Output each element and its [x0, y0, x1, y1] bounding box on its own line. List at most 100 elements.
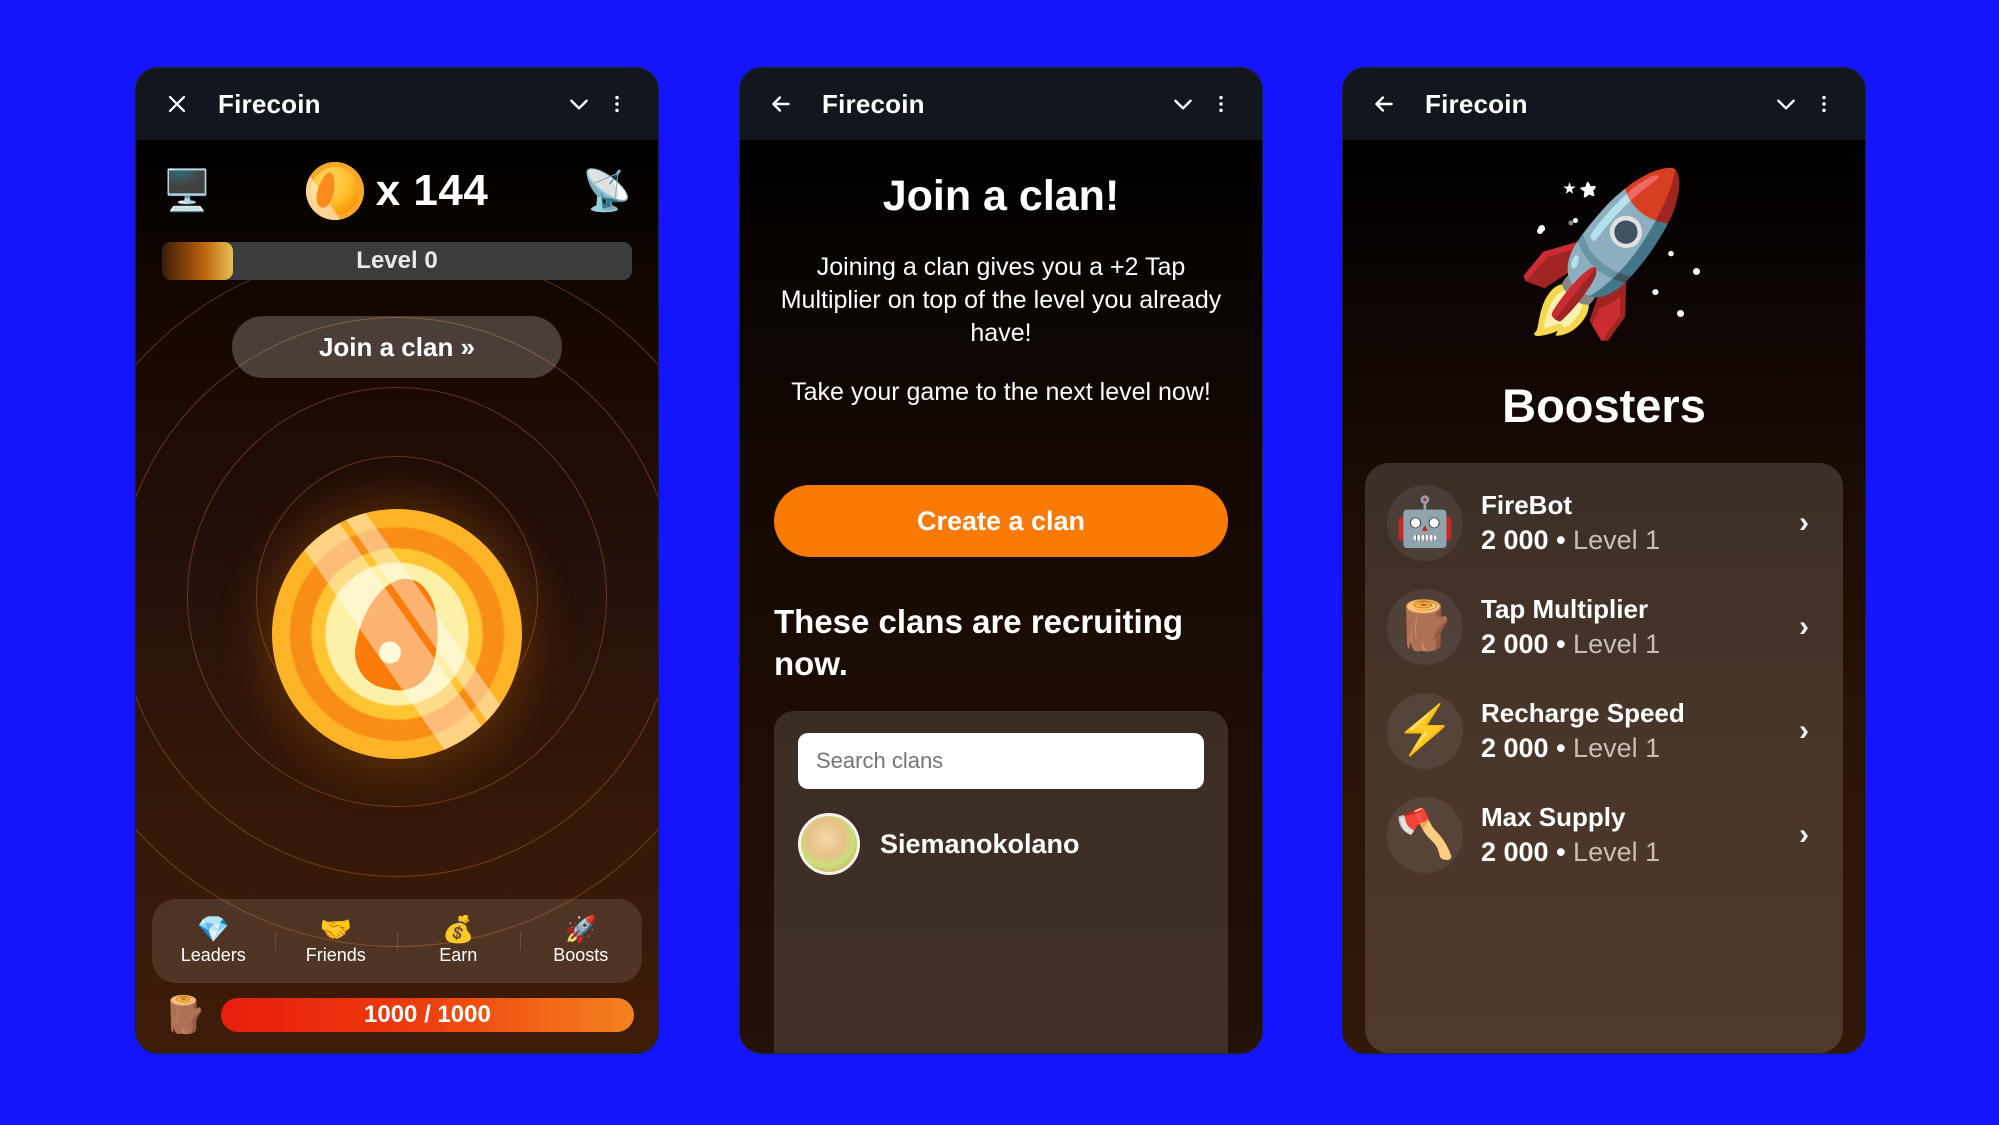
booster-text: Recharge Speed 2 000 • Level 1 — [1481, 698, 1781, 764]
booster-text: FireBot 2 000 • Level 1 — [1481, 490, 1781, 556]
booster-name: Max Supply — [1481, 802, 1626, 832]
more-vertical-icon[interactable] — [1202, 85, 1240, 123]
phone-boosters-screen: Firecoin 🚀 Boosters 🤖 FireBot 2 000 • Le… — [1343, 68, 1865, 1053]
booster-separator: • — [1548, 733, 1574, 763]
handshake-icon: 🤝 — [319, 914, 352, 944]
energy-row: 🪵 1000 / 1000 — [136, 997, 658, 1053]
clan-body: Join a clan! Joining a clan gives you a … — [740, 140, 1262, 1053]
rocket-hero: 🚀 — [1365, 140, 1843, 372]
chevron-right-icon[interactable]: › — [1799, 818, 1821, 852]
booster-meta: 2 000 • Level 1 — [1481, 525, 1781, 556]
main-game-body: 🖥️ x 144 📡 Level 0 Join a clan » 💎 Leade… — [136, 140, 658, 1053]
booster-price: 2 000 — [1481, 733, 1549, 763]
booster-separator: • — [1548, 629, 1574, 659]
chevron-right-icon[interactable]: › — [1799, 610, 1821, 644]
rocket-icon: 🚀 — [564, 914, 597, 944]
booster-text: Tap Multiplier 2 000 • Level 1 — [1481, 594, 1781, 660]
nav-item-boosts[interactable]: 🚀 Boosts — [519, 914, 643, 966]
booster-separator: • — [1548, 837, 1574, 867]
screenshot-stage: Firecoin 🖥️ x 144 📡 Level 0 Join a clan … — [0, 0, 1999, 1125]
booster-row-tap-multiplier[interactable]: 🪵 Tap Multiplier 2 000 • Level 1 › — [1365, 575, 1843, 679]
clan-description-2: Take your game to the next level now! — [791, 378, 1211, 406]
firecoin-icon — [305, 162, 364, 220]
level-label: Level 0 — [356, 247, 438, 274]
clan-list-card: Siemanokolano — [774, 711, 1228, 1053]
arrow-left-icon[interactable] — [1365, 85, 1403, 123]
desktop-computer-icon: 🖥️ — [162, 169, 212, 213]
wood-log-icon: 🪵 — [1387, 589, 1463, 665]
booster-row-firebot[interactable]: 🤖 FireBot 2 000 • Level 1 › — [1365, 471, 1843, 575]
booster-row-recharge-speed[interactable]: ⚡ Recharge Speed 2 000 • Level 1 › — [1365, 679, 1843, 783]
chevron-right-icon[interactable]: › — [1799, 714, 1821, 748]
chevron-right-icon[interactable]: › — [1799, 506, 1821, 540]
list-item[interactable]: Siemanokolano — [798, 813, 1204, 876]
appbar-phone1: Firecoin — [136, 68, 658, 140]
clan-name: Siemanokolano — [880, 828, 1080, 859]
booster-meta: 2 000 • Level 1 — [1481, 733, 1781, 764]
booster-name: Tap Multiplier — [1481, 594, 1649, 624]
energy-progress-bar: 1000 / 1000 — [220, 998, 634, 1032]
more-vertical-icon[interactable] — [1805, 85, 1843, 123]
booster-level: Level 1 — [1573, 837, 1661, 867]
wood-log-icon: 🪵 — [162, 994, 207, 1035]
nav-label-friends: Friends — [305, 945, 366, 965]
page-title: Firecoin — [218, 88, 321, 119]
avatar — [798, 813, 860, 876]
nav-label-boosts: Boosts — [553, 945, 609, 965]
booster-meta: 2 000 • Level 1 — [1481, 629, 1781, 660]
nav-label-earn: Earn — [439, 945, 478, 965]
booster-text: Max Supply 2 000 • Level 1 — [1481, 802, 1781, 868]
coin-tap-area[interactable] — [136, 368, 658, 899]
create-clan-button[interactable]: Create a clan — [774, 485, 1228, 557]
coin-balance: x 144 — [305, 162, 489, 220]
bottom-navigation: 💎 Leaders 🤝 Friends 💰 Earn 🚀 Boosts — [152, 899, 642, 983]
appbar-phone3: Firecoin — [1343, 68, 1865, 140]
energy-value: 1000 / 1000 — [364, 1001, 491, 1028]
chevron-down-icon[interactable] — [560, 85, 598, 123]
gem-icon: 💎 — [197, 914, 230, 944]
boosters-title: Boosters — [1502, 379, 1706, 432]
axe-icon: 🪓 — [1387, 797, 1463, 873]
boosters-body: 🚀 Boosters 🤖 FireBot 2 000 • Level 1 › 🪵… — [1343, 140, 1865, 1053]
nav-label-leaders: Leaders — [180, 945, 246, 965]
booster-row-max-supply[interactable]: 🪓 Max Supply 2 000 • Level 1 › — [1365, 783, 1843, 887]
chevron-down-icon[interactable] — [1767, 85, 1805, 123]
booster-price: 2 000 — [1481, 525, 1549, 555]
booster-price: 2 000 — [1481, 629, 1549, 659]
search-clans-input[interactable] — [798, 733, 1204, 790]
nav-item-leaders[interactable]: 💎 Leaders — [152, 916, 275, 966]
booster-name: Recharge Speed — [1481, 698, 1685, 728]
robot-icon: 🤖 — [1387, 485, 1463, 561]
boosters-list: 🤖 FireBot 2 000 • Level 1 › 🪵 Tap Multip… — [1365, 463, 1843, 1053]
coin-count: x 144 — [375, 166, 489, 215]
nav-item-earn[interactable]: 💰 Earn — [397, 916, 520, 966]
booster-meta: 2 000 • Level 1 — [1481, 837, 1781, 868]
firecoin-tap-target[interactable] — [272, 508, 522, 759]
phone-main-screen: Firecoin 🖥️ x 144 📡 Level 0 Join a clan … — [136, 68, 658, 1053]
booster-name: FireBot — [1481, 490, 1572, 520]
appbar-phone2: Firecoin — [740, 68, 1262, 140]
booster-price: 2 000 — [1481, 837, 1549, 867]
recruiting-heading: These clans are recruiting now. — [774, 603, 1184, 683]
clan-title: Join a clan! — [882, 172, 1120, 220]
booster-level: Level 1 — [1573, 525, 1661, 555]
stats-row: 🖥️ x 144 📡 — [136, 140, 658, 226]
phone-clan-screen: Firecoin Join a clan! Joining a clan giv… — [740, 68, 1262, 1053]
nav-item-friends[interactable]: 🤝 Friends — [274, 914, 398, 966]
more-vertical-icon[interactable] — [598, 85, 636, 123]
arrow-left-icon[interactable] — [762, 85, 800, 123]
page-title: Firecoin — [1425, 88, 1528, 119]
join-clan-button[interactable]: Join a clan » — [232, 316, 562, 378]
level-progress-bar: Level 0 — [162, 242, 632, 280]
money-bag-icon: 💰 — [442, 914, 475, 944]
clan-description-1: Joining a clan gives you a +2 Tap Multip… — [780, 253, 1222, 347]
booster-separator: • — [1548, 525, 1574, 555]
booster-level: Level 1 — [1573, 733, 1661, 763]
close-icon[interactable] — [158, 85, 196, 123]
chevron-down-icon[interactable] — [1164, 85, 1202, 123]
booster-level: Level 1 — [1573, 629, 1661, 659]
level-progress-fill — [162, 242, 233, 280]
satellite-antenna-icon: 📡 — [582, 169, 632, 213]
rocket-icon: 🚀 — [1502, 162, 1706, 350]
lightning-icon: ⚡ — [1387, 693, 1463, 769]
